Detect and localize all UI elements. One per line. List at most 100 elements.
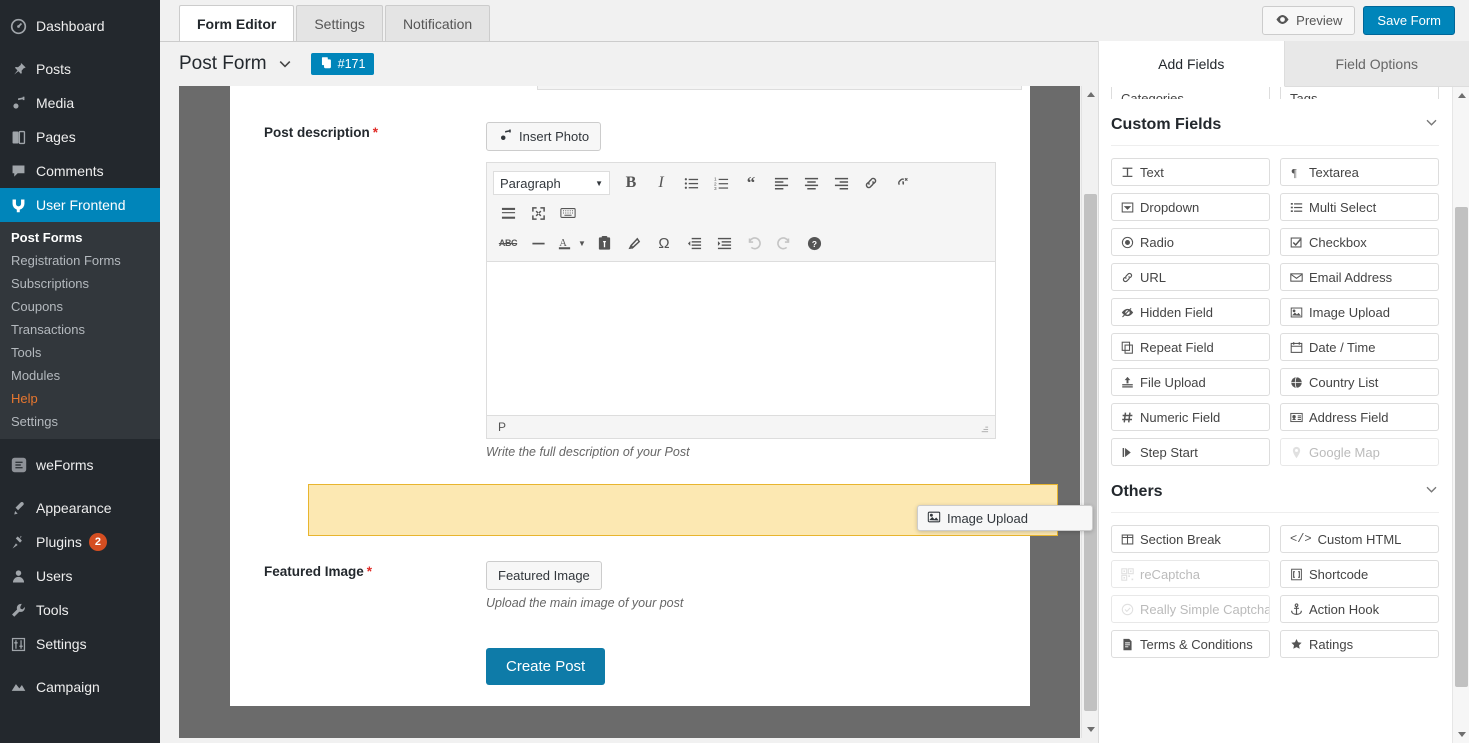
- field-button-image-upload[interactable]: Image Upload: [1280, 298, 1439, 326]
- scroll-up-arrow-icon[interactable]: [1453, 87, 1469, 104]
- save-form-button[interactable]: Save Form: [1363, 6, 1455, 35]
- sidebar-item-posts[interactable]: Posts: [0, 52, 160, 86]
- tab-field-options[interactable]: Field Options: [1284, 41, 1469, 87]
- create-post-button[interactable]: Create Post: [486, 648, 606, 685]
- italic-icon[interactable]: I: [646, 169, 676, 197]
- text-color-icon[interactable]: A: [553, 229, 575, 257]
- canvas-scroll-thumb[interactable]: [1084, 194, 1097, 711]
- text-color-chevron-icon[interactable]: ▼: [575, 229, 589, 257]
- read-more-icon[interactable]: [493, 199, 523, 227]
- outdent-icon[interactable]: [679, 229, 709, 257]
- undo-icon[interactable]: [739, 229, 769, 257]
- scroll-down-arrow-icon[interactable]: [1453, 726, 1469, 743]
- bold-icon[interactable]: B: [616, 169, 646, 197]
- field-panel-scroll-thumb[interactable]: [1455, 207, 1468, 687]
- tab-form-editor[interactable]: Form Editor: [179, 5, 295, 41]
- tab-add-fields[interactable]: Add Fields: [1099, 41, 1285, 87]
- field-featured-image[interactable]: Featured Image * Featured Image Upload th…: [230, 536, 1030, 610]
- blockquote-icon[interactable]: “: [736, 169, 766, 197]
- sidebar-subitem-transactions[interactable]: Transactions: [0, 318, 160, 341]
- align-center-icon[interactable]: [796, 169, 826, 197]
- special-character-icon[interactable]: Ω: [649, 229, 679, 257]
- sidebar-item-plugins[interactable]: Plugins 2: [0, 525, 160, 559]
- field-button-text[interactable]: Text: [1111, 158, 1270, 186]
- insert-photo-button[interactable]: Insert Photo: [486, 122, 602, 151]
- section-header-others[interactable]: Others: [1111, 466, 1439, 512]
- editor-content-area[interactable]: [487, 261, 995, 416]
- field-button-numeric-field[interactable]: Numeric Field: [1111, 403, 1270, 431]
- link-icon[interactable]: [856, 169, 886, 197]
- field-button-textarea[interactable]: ¶ Textarea: [1280, 158, 1439, 186]
- chevron-down-icon[interactable]: [1424, 482, 1439, 502]
- bulleted-list-icon[interactable]: [676, 169, 706, 197]
- keyboard-shortcuts-icon[interactable]: [553, 199, 583, 227]
- resize-handle-icon[interactable]: [975, 420, 989, 434]
- sidebar-item-appearance[interactable]: Appearance: [0, 491, 160, 525]
- fullscreen-icon[interactable]: [523, 199, 553, 227]
- form-id-badge[interactable]: #171: [310, 53, 375, 75]
- scroll-down-arrow-icon[interactable]: [1082, 721, 1099, 738]
- field-button-country-list[interactable]: Country List: [1280, 368, 1439, 396]
- strikethrough-icon[interactable]: ABC: [493, 229, 523, 257]
- field-button-step-start[interactable]: Step Start: [1111, 438, 1270, 466]
- sidebar-item-media[interactable]: Media: [0, 86, 160, 120]
- field-button-address-field[interactable]: Address Field: [1280, 403, 1439, 431]
- horizontal-rule-icon[interactable]: [523, 229, 553, 257]
- unlink-icon[interactable]: [886, 169, 916, 197]
- sidebar-item-tools[interactable]: Tools: [0, 593, 160, 627]
- field-button-email-address[interactable]: Email Address: [1280, 263, 1439, 291]
- sidebar-item-comments[interactable]: Comments: [0, 154, 160, 188]
- sidebar-item-dashboard[interactable]: Dashboard: [0, 9, 160, 43]
- numbered-list-icon[interactable]: 123: [706, 169, 736, 197]
- redo-icon[interactable]: [769, 229, 799, 257]
- scroll-up-arrow-icon[interactable]: [1082, 86, 1099, 103]
- section-header-custom-fields[interactable]: Custom Fields: [1111, 99, 1439, 145]
- indent-icon[interactable]: [709, 229, 739, 257]
- featured-image-button[interactable]: Featured Image: [486, 561, 602, 590]
- sidebar-subitem-tools[interactable]: Tools: [0, 341, 160, 364]
- format-select[interactable]: Paragraph ▼: [493, 171, 610, 195]
- sidebar-subitem-post-forms[interactable]: Post Forms: [0, 226, 160, 249]
- field-button-action-hook[interactable]: Action Hook: [1280, 595, 1439, 623]
- field-panel-scrollbar[interactable]: [1452, 87, 1469, 743]
- field-button-section-break[interactable]: Section Break: [1111, 525, 1270, 553]
- field-button-file-upload[interactable]: File Upload: [1111, 368, 1270, 396]
- field-button-date-time[interactable]: Date / Time: [1280, 333, 1439, 361]
- sidebar-item-pages[interactable]: Pages: [0, 120, 160, 154]
- field-button-repeat-field[interactable]: Repeat Field: [1111, 333, 1270, 361]
- field-button-checkbox[interactable]: Checkbox: [1280, 228, 1439, 256]
- sidebar-item-settings[interactable]: Settings: [0, 627, 160, 661]
- help-icon[interactable]: ?: [799, 229, 829, 257]
- rich-text-editor[interactable]: Paragraph ▼ B I 123 “ ABC A ▼ Ω ? P: [486, 162, 996, 439]
- field-button-radio[interactable]: Radio: [1111, 228, 1270, 256]
- sidebar-subitem-help[interactable]: Help: [0, 387, 160, 410]
- field-button-dropdown[interactable]: Dropdown: [1111, 193, 1270, 221]
- field-button-hidden-field[interactable]: Hidden Field: [1111, 298, 1270, 326]
- chevron-down-icon[interactable]: [277, 56, 293, 72]
- tab-notification[interactable]: Notification: [384, 5, 491, 41]
- field-button-custom-html[interactable]: </> Custom HTML: [1280, 525, 1439, 553]
- align-left-icon[interactable]: [766, 169, 796, 197]
- canvas-scrollbar[interactable]: [1081, 86, 1098, 738]
- preview-button[interactable]: Preview: [1262, 6, 1356, 35]
- field-button-terms-conditions[interactable]: Terms & Conditions: [1111, 630, 1270, 658]
- field-button-multi-select[interactable]: Multi Select: [1280, 193, 1439, 221]
- tab-settings[interactable]: Settings: [296, 5, 383, 41]
- sidebar-item-campaign[interactable]: Campaign: [0, 670, 160, 704]
- paste-as-text-icon[interactable]: [589, 229, 619, 257]
- field-button-shortcode[interactable]: Shortcode: [1280, 560, 1439, 588]
- field-button-ratings[interactable]: Ratings: [1280, 630, 1439, 658]
- drag-ghost-image-upload[interactable]: Image Upload: [917, 505, 1093, 531]
- field-button-tags[interactable]: Tags: [1280, 87, 1439, 99]
- sidebar-subitem-registration-forms[interactable]: Registration Forms: [0, 249, 160, 272]
- sidebar-subitem-subscriptions[interactable]: Subscriptions: [0, 272, 160, 295]
- field-button-url[interactable]: URL: [1111, 263, 1270, 291]
- sidebar-item-user-frontend[interactable]: User Frontend: [0, 188, 160, 222]
- clear-formatting-icon[interactable]: [619, 229, 649, 257]
- field-post-description[interactable]: Post description * Insert Photo Paragrap…: [230, 86, 1030, 459]
- align-right-icon[interactable]: [826, 169, 856, 197]
- sidebar-item-users[interactable]: Users: [0, 559, 160, 593]
- sidebar-subitem-settings[interactable]: Settings: [0, 410, 160, 433]
- field-button-categories[interactable]: Categories: [1111, 87, 1270, 99]
- sidebar-item-weforms[interactable]: weForms: [0, 448, 160, 482]
